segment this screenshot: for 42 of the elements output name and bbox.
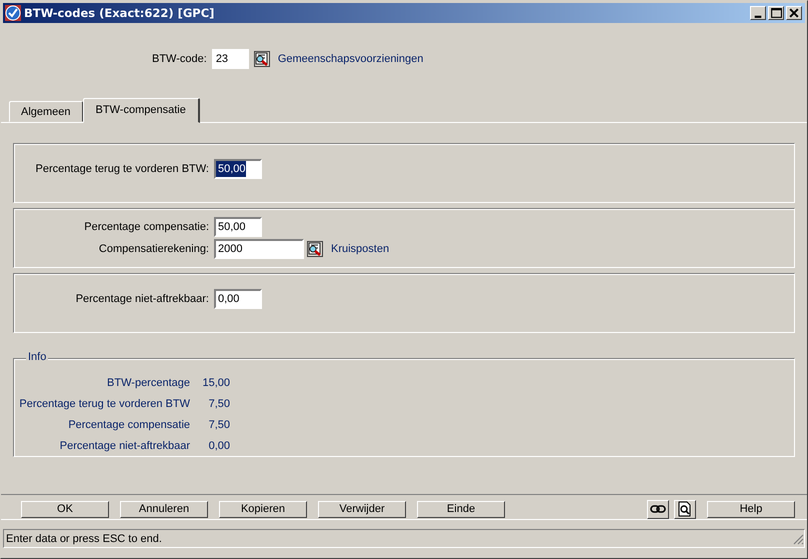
dialog-button[interactable]: OK [21,500,109,518]
close-button[interactable] [786,6,802,20]
input-field[interactable]: 2000 [214,239,304,259]
dialog-button[interactable]: Verwijder [318,500,406,518]
info-value: 0,00 [208,440,230,452]
dialog-button[interactable]: Kopieren [219,500,307,518]
field-label: Percentage niet-aftrekbaar: [74,293,209,305]
status-text: Enter data or press ESC to end. [5,532,163,544]
chain-icon [650,504,666,514]
field-label: Percentage terug te vorderen BTW: [34,163,209,175]
info-label: Percentage terug te vorderen BTW [18,398,190,410]
dialog-button[interactable]: Einde [417,500,505,518]
field-label: BTW-code: [152,53,207,65]
info-value: 7,50 [208,398,230,410]
app-icon [5,5,21,21]
preview-button[interactable] [674,500,696,518]
preview-icon [678,501,692,517]
link-button[interactable] [647,500,669,518]
info-label: Percentage niet-aftrekbaar [58,440,190,452]
input-field[interactable]: 50,00 [214,159,262,179]
description-link[interactable]: Gemeenschapsvoorzieningen [278,53,424,65]
info-label: Percentage compensatie [67,418,190,430]
lookup-icon[interactable] [307,241,323,257]
code-field[interactable]: 23 [212,49,249,69]
field-label: Compensatierekening: [98,243,209,255]
dialog-button[interactable]: Annuleren [120,500,208,518]
info-value: 15,00 [201,376,230,388]
lookup-icon[interactable] [254,51,270,67]
field-label: Percentage compensatie: [83,221,209,233]
group-title: Info [26,351,48,363]
resize-grip[interactable] [792,532,804,544]
info-value: 7,50 [208,418,230,430]
help-button[interactable]: Help [707,500,795,518]
tab[interactable]: Algemeen [9,101,83,122]
account-link[interactable]: Kruisposten [331,243,390,255]
tab[interactable]: BTW-compensatie [82,98,200,123]
info-label: BTW-percentage [106,376,190,388]
input-field[interactable]: 50,00 [214,217,262,237]
input-field[interactable]: 0,00 [214,289,262,309]
window-title: BTW-codes (Exact:622) [GPC] [24,6,216,20]
maximize-button[interactable] [768,6,784,20]
minimize-button[interactable] [750,6,766,20]
